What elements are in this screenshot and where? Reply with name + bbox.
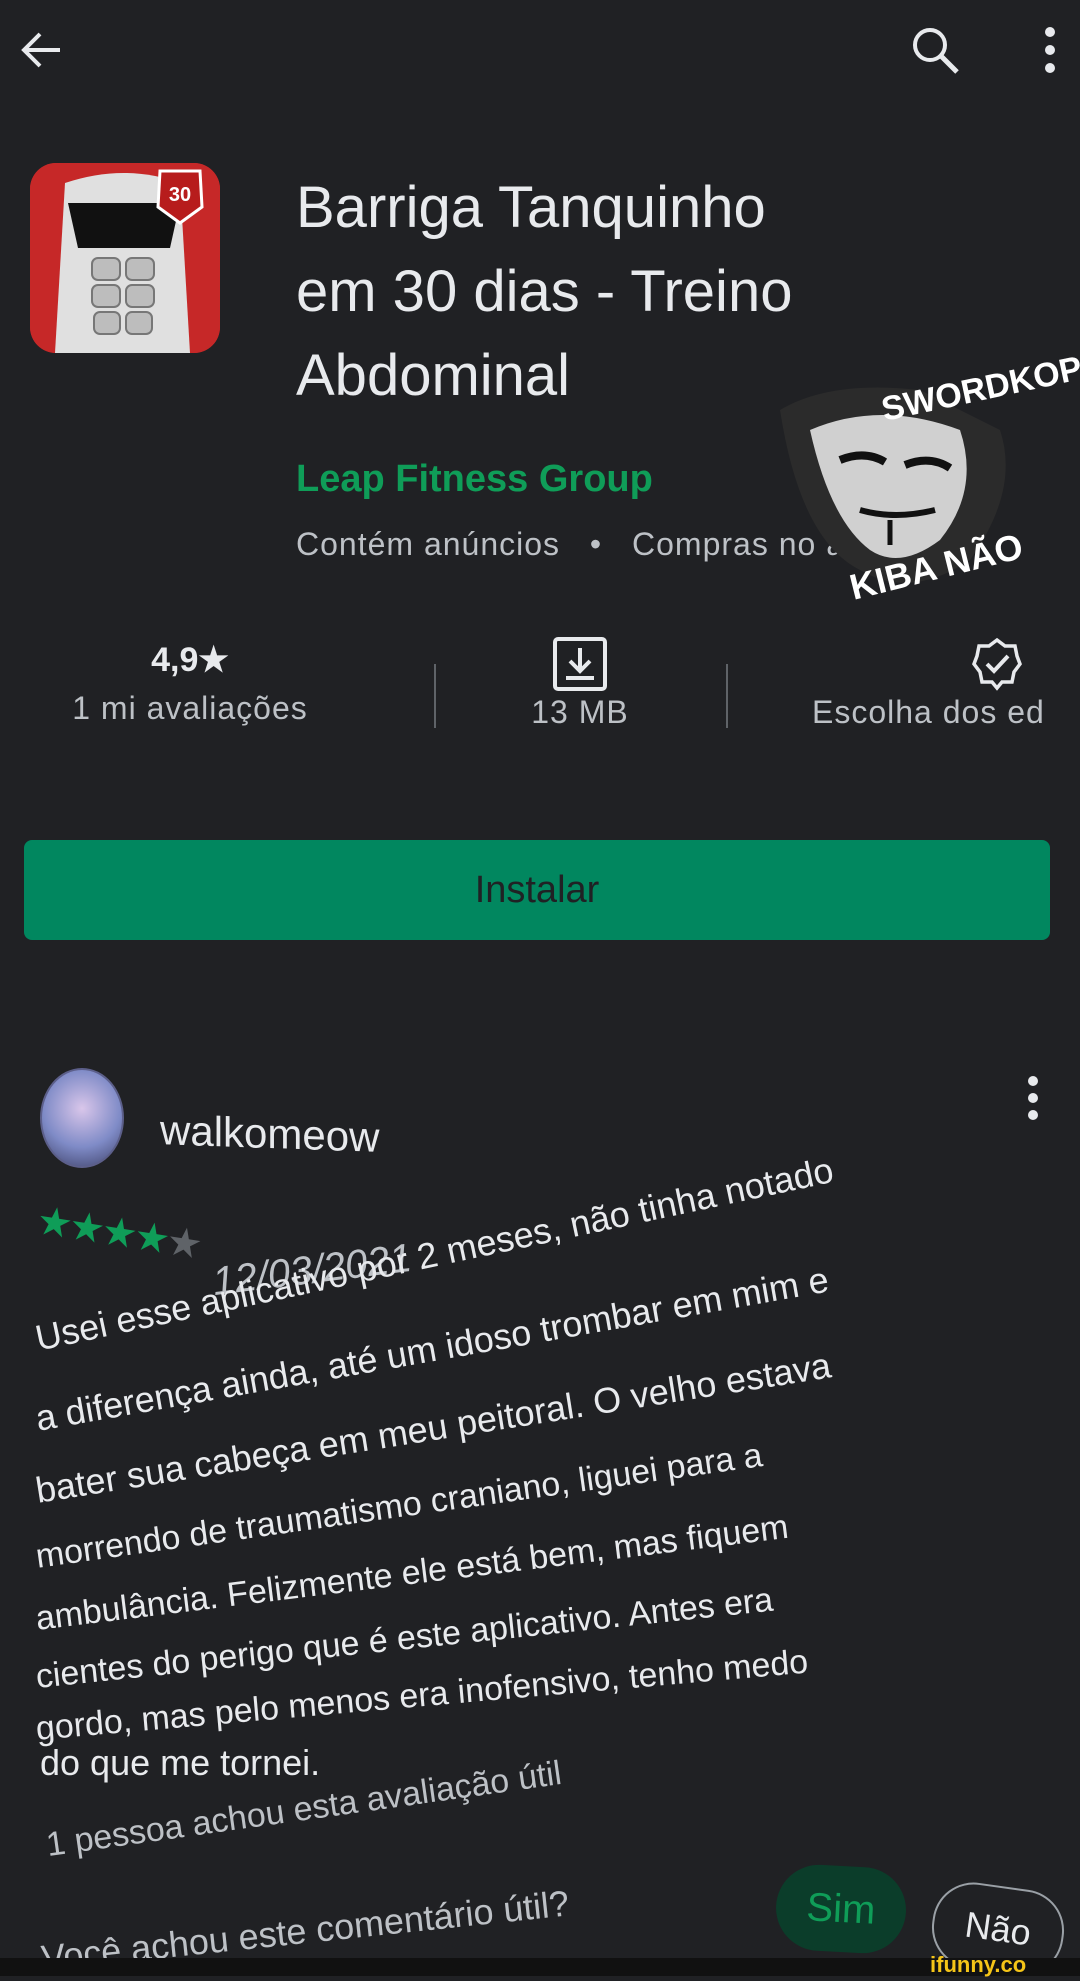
editors-choice-label: Escolha dos ed (812, 694, 1045, 730)
more-vertical-icon (1028, 1076, 1038, 1120)
download-box-icon (553, 637, 607, 691)
review-stars: ★★★★★ (33, 1197, 203, 1268)
install-button[interactable]: Instalar (24, 840, 1050, 940)
rating-count: 1 mi avaliações (72, 690, 308, 726)
search-button[interactable] (900, 18, 970, 82)
yes-button[interactable]: Sim (773, 1862, 909, 1956)
editors-choice-icon (972, 637, 1022, 691)
more-options-button[interactable] (1030, 18, 1070, 82)
app-meta: Contém anúncios • Compras no a (296, 526, 845, 563)
app-icon: 30 (30, 163, 220, 353)
more-vertical-icon (1045, 27, 1055, 73)
meta-separator: • (589, 526, 603, 562)
search-icon (913, 28, 959, 74)
size-stat: 13 MB (460, 636, 700, 731)
ifunny-watermark: ifunny.co (930, 1952, 1027, 1977)
muscle-torso-icon: 30 (30, 163, 220, 353)
stats-divider (434, 664, 436, 728)
app-title-line: Barriga Tanquinho (296, 175, 766, 240)
reviewer-name: walkomeow (160, 1106, 380, 1161)
arrow-left-icon (21, 32, 60, 68)
size-label: 13 MB (531, 694, 629, 730)
editors-choice-stat[interactable]: Escolha dos ed (800, 636, 1080, 731)
stats-divider (726, 664, 728, 728)
back-button[interactable] (8, 18, 72, 82)
review-more-button[interactable] (1018, 1068, 1048, 1128)
ads-label: Contém anúncios (296, 526, 561, 562)
developer-link[interactable]: Leap Fitness Group (296, 458, 653, 501)
reviewer-avatar (40, 1068, 124, 1168)
rating-value: 4,9★ (151, 641, 229, 679)
review-line: do que me tornei. (40, 1742, 321, 1783)
bottom-strip (0, 1958, 1080, 1976)
top-app-bar (0, 0, 1080, 100)
rating-stat[interactable]: 4,9★ 1 mi avaliações (40, 640, 340, 727)
app-title-line: em 30 dias - Treino (296, 259, 793, 324)
svg-text:30: 30 (169, 184, 191, 206)
star-empty-icon: ★ (163, 1218, 203, 1268)
